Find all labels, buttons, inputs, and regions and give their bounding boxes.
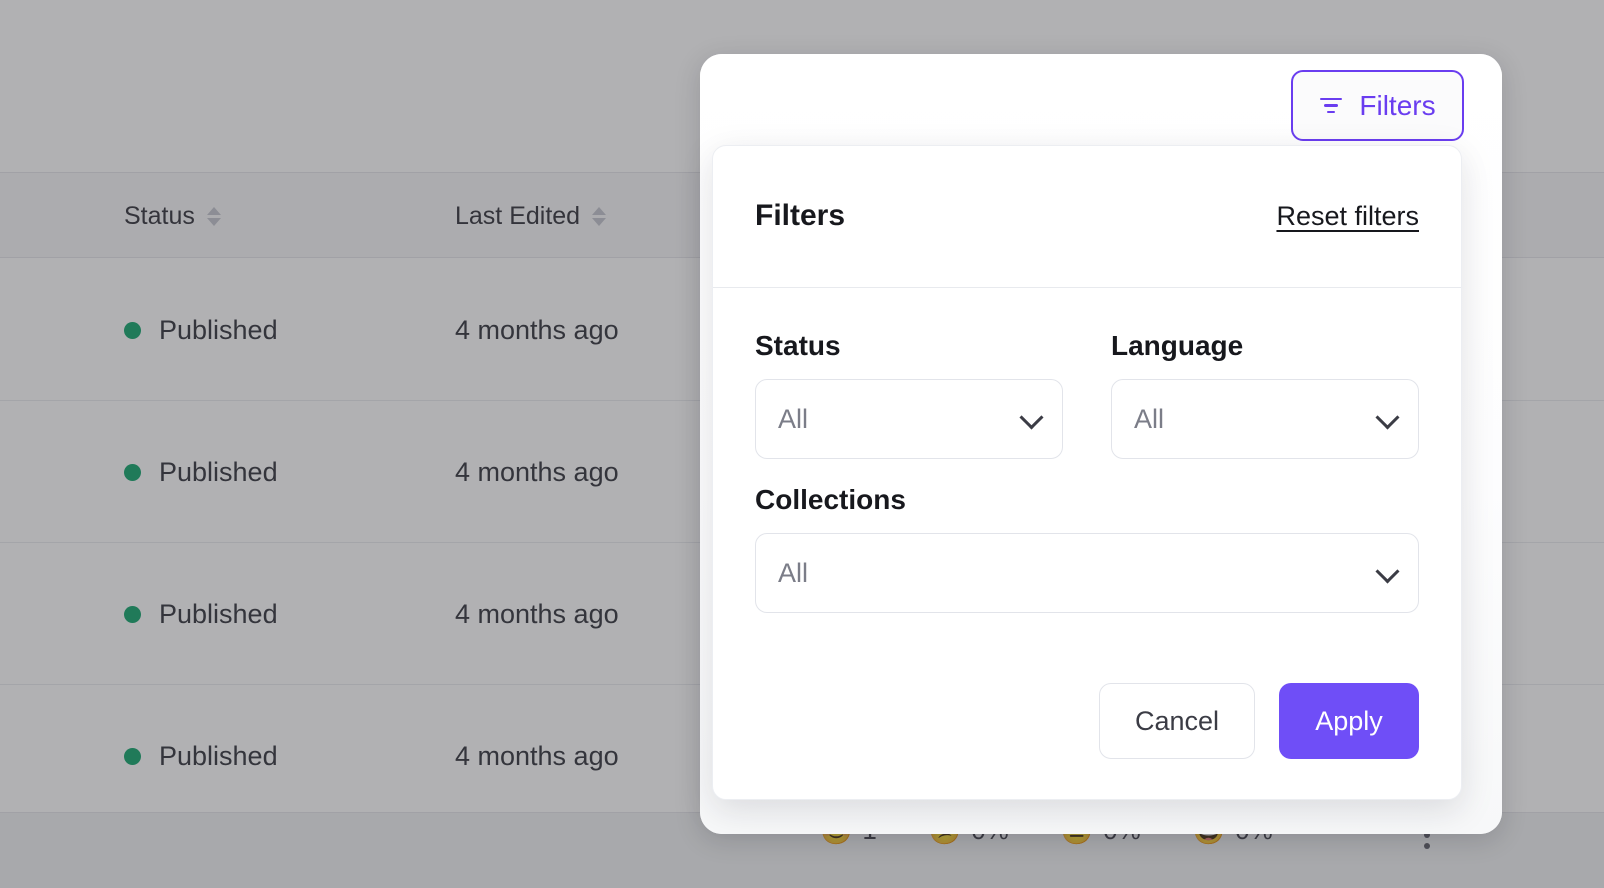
reset-filters-link[interactable]: Reset filters (1276, 201, 1419, 232)
column-header-status-label: Status (124, 201, 195, 230)
filter-field-collections: Collections All (755, 484, 1419, 613)
column-header-last-edited[interactable]: Last Edited (455, 173, 607, 259)
status-label: Published (159, 314, 278, 345)
filters-button-label: Filters (1359, 89, 1436, 121)
column-header-last-edited-label: Last Edited (455, 201, 581, 230)
filter-label-collections: Collections (755, 484, 906, 515)
status-label: Published (159, 456, 278, 487)
cancel-button[interactable]: Cancel (1099, 683, 1255, 759)
language-select[interactable]: All (1111, 379, 1419, 459)
popover-title: Filters (755, 199, 846, 232)
apply-button[interactable]: Apply (1279, 683, 1419, 759)
table-toolbar-strip (0, 0, 1604, 35)
chevron-down-icon (1375, 405, 1400, 430)
status-dot-icon (124, 605, 141, 623)
chevron-down-icon (1019, 405, 1044, 430)
cell-last-edited: 4 months ago (455, 740, 619, 771)
cell-last-edited: 4 months ago (455, 598, 619, 629)
cell-status: Published (124, 401, 278, 543)
sort-icon[interactable] (592, 206, 607, 226)
collections-select-value: All (778, 557, 809, 588)
status-label: Published (159, 740, 278, 771)
filter-field-language: Language All (1111, 330, 1419, 459)
filter-field-row-2: Collections All (755, 459, 1419, 613)
filter-field-row-1: Status All Language All (755, 288, 1419, 459)
chevron-down-icon (1375, 559, 1400, 584)
filter-label-language: Language (1111, 330, 1244, 361)
popover-body: Status All Language All Collections All (713, 288, 1461, 613)
cell-last-edited: 4 months ago (455, 456, 619, 487)
status-dot-icon (124, 321, 141, 339)
filter-field-status: Status All (755, 330, 1063, 459)
status-label: Published (159, 598, 278, 629)
language-select-value: All (1134, 403, 1165, 434)
status-dot-icon (124, 463, 141, 481)
filter-icon (1319, 97, 1343, 114)
cell-last-edited: 4 months ago (455, 314, 619, 345)
filter-label-status: Status (755, 330, 841, 361)
column-header-status[interactable]: Status (124, 173, 221, 259)
status-dot-icon (124, 747, 141, 765)
popover-actions: Cancel Apply (1099, 683, 1419, 759)
status-select[interactable]: All (755, 379, 1063, 459)
cell-status: Published (124, 259, 278, 401)
filters-button[interactable]: Filters (1291, 70, 1464, 141)
cell-status: Published (124, 543, 278, 685)
popover-header: Filters Reset filters (713, 146, 1461, 288)
collections-select[interactable]: All (755, 533, 1419, 613)
filters-popover: Filters Reset filters Status All Languag… (712, 145, 1462, 800)
status-select-value: All (778, 403, 809, 434)
cell-status: Published (124, 685, 278, 827)
sort-icon[interactable] (206, 206, 221, 226)
